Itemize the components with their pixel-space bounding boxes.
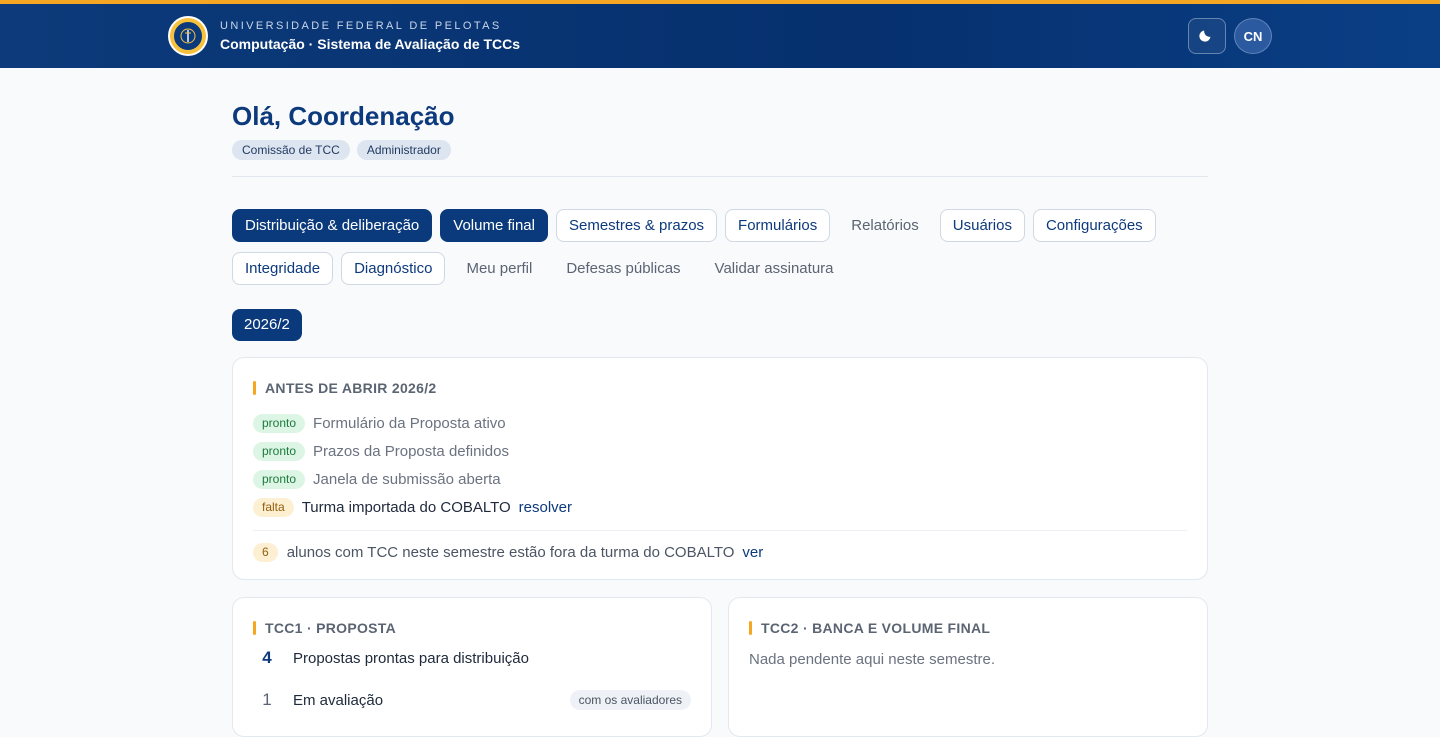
main-content: Olá, Coordenação Comissão de TCC Adminis… xyxy=(232,68,1208,737)
stat-label: Em avaliação xyxy=(293,691,384,709)
tab-integridade[interactable]: Integridade xyxy=(232,252,334,285)
moon-icon xyxy=(1199,26,1215,47)
tab-diagnostico[interactable]: Diagnóstico xyxy=(341,252,446,285)
tab-volume-final[interactable]: Volume final xyxy=(440,209,548,242)
checklist-item: pronto Formulário da Proposta ativo xyxy=(253,409,1187,437)
checklist-item: falta Turma importada do COBALTO resolve… xyxy=(253,493,1187,521)
divider xyxy=(253,530,1187,531)
accent-bar xyxy=(749,621,752,635)
accent-bar xyxy=(253,381,256,395)
role-badge: Comissão de TCC xyxy=(232,140,350,160)
card-title: ANTES DE ABRIR 2026/2 xyxy=(265,380,437,396)
tab-defesas-publicas[interactable]: Defesas públicas xyxy=(553,252,693,285)
tab-relatorios[interactable]: Relatórios xyxy=(838,209,932,242)
stat-label: Propostas prontas para distribuição xyxy=(293,649,529,667)
tcc2-card: TCC2 · BANCA E VOLUME FINAL Nada pendent… xyxy=(728,597,1208,737)
stat-count: 1 xyxy=(262,690,272,709)
checklist-item-label: Prazos da Proposta definidos xyxy=(313,442,509,460)
role-badges: Comissão de TCC Administrador xyxy=(232,140,1208,160)
card-title: TCC1 · PROPOSTA xyxy=(265,620,397,636)
brand[interactable]: UNIVERSIDADE FEDERAL DE PELOTAS Computaç… xyxy=(168,16,520,56)
tab-configuracoes[interactable]: Configurações xyxy=(1032,209,1156,242)
university-seal-icon xyxy=(168,16,208,56)
tab-distribuicao[interactable]: Distribuição & deliberação xyxy=(232,209,433,242)
tab-formularios[interactable]: Formulários xyxy=(725,209,831,242)
stat-row[interactable]: 1 Em avaliação com os avaliadores xyxy=(253,679,691,721)
status-chip: com os avaliadores xyxy=(569,690,691,710)
count-badge: 6 xyxy=(253,543,278,562)
tab-usuarios[interactable]: Usuários xyxy=(939,209,1025,242)
page-title: Olá, Coordenação xyxy=(232,101,455,131)
system-title: Computação · Sistema de Avaliação de TCC… xyxy=(220,36,521,52)
theme-toggle-button[interactable] xyxy=(1188,18,1226,54)
cobalto-note: 6 alunos com TCC neste semestre estão fo… xyxy=(253,543,1187,562)
pre-open-checklist-card: ANTES DE ABRIR 2026/2 pronto Formulário … xyxy=(232,357,1208,580)
checklist-item: pronto Prazos da Proposta definidos xyxy=(253,437,1187,465)
tab-meu-perfil[interactable]: Meu perfil xyxy=(453,252,545,285)
checklist-item: pronto Janela de submissão aberta xyxy=(253,465,1187,493)
ver-link[interactable]: ver xyxy=(742,544,763,561)
checklist: pronto Formulário da Proposta ativo pron… xyxy=(253,409,1187,521)
divider xyxy=(232,176,1208,177)
tab-validar-assinatura[interactable]: Validar assinatura xyxy=(702,252,847,285)
status-badge: pronto xyxy=(253,441,306,461)
top-bar: UNIVERSIDADE FEDERAL DE PELOTAS Computaç… xyxy=(0,0,1440,68)
accent-bar xyxy=(253,621,256,635)
status-badge: pronto xyxy=(253,413,306,433)
resolver-link[interactable]: resolver xyxy=(519,499,572,516)
status-badge: pronto xyxy=(253,469,306,489)
user-avatar-button[interactable]: CN xyxy=(1234,18,1272,54)
note-text: alunos com TCC neste semestre estão fora… xyxy=(286,544,735,561)
empty-state-text: Nada pendente aqui neste semestre. xyxy=(749,651,995,668)
card-title: TCC2 · BANCA E VOLUME FINAL xyxy=(761,620,991,636)
checklist-item-label: Janela de submissão aberta xyxy=(313,470,501,488)
semester-selector[interactable]: 2026/2 xyxy=(232,309,302,341)
status-badge: falta xyxy=(253,497,294,517)
role-badge: Administrador xyxy=(356,140,451,160)
tab-semestres-prazos[interactable]: Semestres & prazos xyxy=(555,209,718,242)
checklist-item-label: Formulário da Proposta ativo xyxy=(313,414,506,432)
stat-count: 4 xyxy=(262,648,272,667)
tab-bar: Distribuição & deliberação Volume final … xyxy=(232,209,1208,285)
cards-grid: TCC1 · PROPOSTA 4 Propostas prontas para… xyxy=(232,597,1208,737)
institution-name: UNIVERSIDADE FEDERAL DE PELOTAS xyxy=(220,20,502,32)
stat-row[interactable]: 4 Propostas prontas para distribuição xyxy=(253,637,691,679)
checklist-item-label: Turma importada do COBALTO xyxy=(301,498,511,516)
tcc1-card: TCC1 · PROPOSTA 4 Propostas prontas para… xyxy=(232,597,712,737)
